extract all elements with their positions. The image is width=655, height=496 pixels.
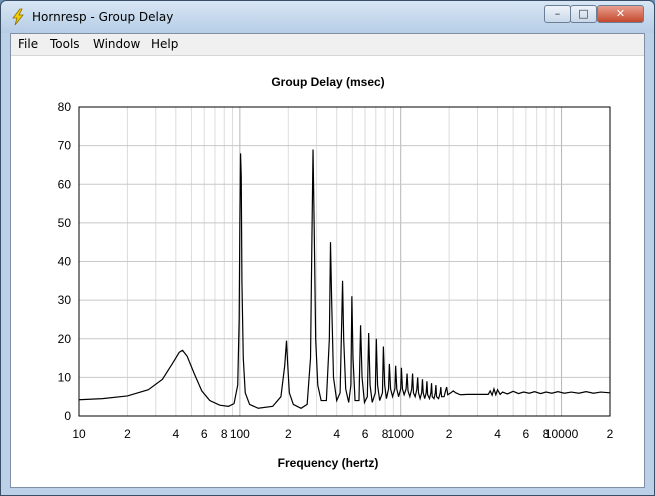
menu-help[interactable]: Help bbox=[151, 37, 178, 51]
x-axis: 10 2 4 6 8 100 2 4 6 81000 2 4 6 810000 2 bbox=[72, 427, 613, 441]
x-tick-label: 10 bbox=[72, 427, 86, 441]
x-tick-label: 2 bbox=[607, 427, 614, 441]
menu-file[interactable]: File bbox=[18, 37, 38, 51]
y-tick-label: 40 bbox=[58, 255, 72, 269]
x-tick-label: 6 bbox=[523, 427, 530, 441]
x-tick-label: 10000 bbox=[545, 427, 579, 441]
title-bar[interactable]: Hornresp - Group Delay – □ ✕ bbox=[1, 1, 654, 33]
x-axis-label: Frequency (hertz) bbox=[278, 456, 379, 470]
group-delay-chart: Group Delay (msec) 01020304050607080 10 2… bbox=[58, 75, 614, 470]
y-tick-label: 80 bbox=[58, 100, 72, 114]
client-area: File Tools Window Help Group Delay (msec… bbox=[10, 33, 645, 488]
menu-bar: File Tools Window Help bbox=[11, 34, 644, 56]
x-tick-label: 100 bbox=[230, 427, 250, 441]
lightning-icon bbox=[12, 8, 24, 26]
x-tick-label: 4 bbox=[173, 427, 180, 441]
y-tick-label: 30 bbox=[58, 293, 72, 307]
y-tick-label: 0 bbox=[64, 409, 71, 423]
menu-tools[interactable]: Tools bbox=[50, 37, 80, 51]
chart-title: Group Delay (msec) bbox=[271, 75, 384, 89]
y-tick-label: 70 bbox=[58, 139, 72, 153]
window-title: Hornresp - Group Delay bbox=[32, 10, 174, 24]
x-tick-label: 6 bbox=[362, 427, 369, 441]
menu-window[interactable]: Window bbox=[93, 37, 140, 51]
x-tick-label: 4 bbox=[494, 427, 501, 441]
x-tick-label: 8 bbox=[221, 427, 228, 441]
x-tick-label: 2 bbox=[446, 427, 453, 441]
close-button[interactable]: ✕ bbox=[597, 5, 644, 23]
x-tick-label: 4 bbox=[333, 427, 340, 441]
x-tick-label: 1000 bbox=[387, 427, 414, 441]
minimize-button[interactable]: – bbox=[544, 5, 571, 23]
y-tick-label: 20 bbox=[58, 332, 72, 346]
y-axis: 0 10 20 30 40 50 60 70 80 bbox=[58, 100, 72, 423]
y-tick-label: 50 bbox=[58, 216, 72, 230]
maximize-button[interactable]: □ bbox=[570, 5, 597, 23]
app-window: Hornresp - Group Delay – □ ✕ File Tools … bbox=[0, 0, 655, 496]
y-tick-label: 10 bbox=[58, 370, 72, 384]
x-tick-label: 6 bbox=[201, 427, 208, 441]
x-tick-label: 2 bbox=[124, 427, 131, 441]
x-tick-label: 2 bbox=[285, 427, 292, 441]
y-tick-label: 60 bbox=[58, 177, 72, 191]
group-delay-curve bbox=[78, 149, 611, 409]
